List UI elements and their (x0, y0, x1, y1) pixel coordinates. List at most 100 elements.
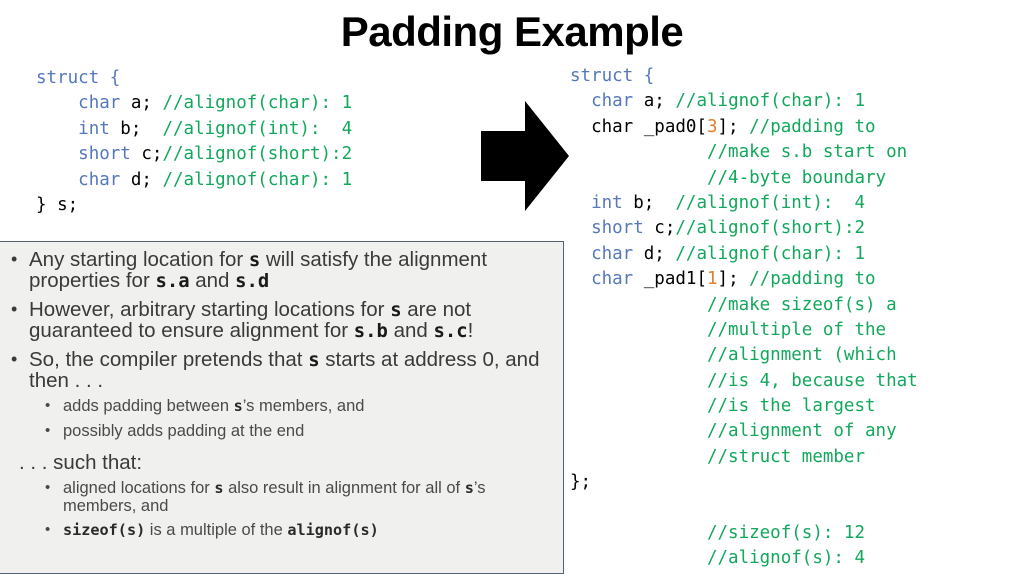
code-line: char d; //alignof(char): 1 (36, 168, 352, 193)
bullet-item: However, arbitrary starting locations fo… (3, 299, 559, 341)
code-line: struct { (36, 66, 352, 91)
code-line: //is 4, because that (570, 369, 918, 394)
code-token: }; (570, 472, 592, 493)
code-line: //make sizeof(s) a (570, 293, 918, 318)
code-line: char _pad1[1]; //padding to (570, 267, 918, 292)
code-token: struct { (36, 68, 121, 88)
code-token: char (591, 91, 634, 112)
code-token: short (78, 144, 131, 165)
code-line: //sizeof(s): 12 (570, 521, 918, 546)
code-line: int b; //alignof(int): 4 (570, 191, 918, 216)
code-line: char _pad0[3]; //padding to (570, 115, 918, 140)
code-token: 1 (707, 269, 718, 290)
code-token: //padding to (749, 116, 876, 137)
bullet-item: possibly adds padding at the end (3, 422, 559, 441)
code-token: char (591, 243, 634, 264)
bullet-item: Any starting location for s will satisfy… (3, 249, 559, 291)
code-token: //alignof(char): 1 (675, 91, 866, 112)
code-line: int b; //alignof(int): 4 (36, 117, 352, 142)
code-token: //struct member (706, 446, 866, 467)
code-token: //is 4, because that (706, 370, 918, 391)
code-token: d; (633, 243, 676, 264)
code-token: //alignof(char): 1 (675, 243, 866, 264)
code-token: //alignof(int): 4 (675, 192, 866, 213)
right-arrow-svg (481, 101, 569, 211)
code-line: //alignment (which (570, 343, 918, 368)
code-line: struct { (570, 64, 918, 89)
code-token: char _pad0[ (570, 116, 707, 137)
code-token: ]; (717, 116, 750, 137)
code-line: char a; //alignof(char): 1 (570, 89, 918, 114)
code-line: } s; (36, 193, 352, 218)
code-token: a; (633, 91, 676, 112)
code-line: char a; //alignof(char): 1 (36, 91, 352, 116)
code-token: //alignof(char): 1 (162, 169, 353, 190)
code-token: int (78, 118, 110, 139)
code-token: //padding to (749, 269, 876, 290)
code-token: c; (130, 144, 163, 165)
code-token: //sizeof(s): 12 (706, 523, 866, 544)
code-token: //multiple of the (706, 319, 887, 340)
code-line: //make s.b start on (570, 140, 918, 165)
code-token: char (591, 269, 634, 290)
code-token: char (78, 93, 121, 114)
code-token: //alignof(int): 4 (162, 118, 353, 139)
code-token: //alignof(char): 1 (162, 93, 353, 114)
code-token: ]; (717, 269, 750, 290)
code-token: //alignment of any (706, 421, 897, 442)
code-line: }; (570, 470, 918, 495)
code-line: short c;//alignof(short):2 (36, 142, 352, 167)
code-token: b; (622, 192, 676, 213)
code-token: char (78, 169, 121, 190)
code-token: _pad1[ (633, 269, 707, 290)
code-token: int (591, 192, 623, 213)
code-line: //alignment of any (570, 419, 918, 444)
code-token: a; (120, 93, 163, 114)
page-title: Padding Example (340, 8, 684, 55)
code-line: //4-byte boundary (570, 166, 918, 191)
bullet-panel: Any starting location for s will satisfy… (0, 241, 564, 574)
code-token: //4-byte boundary (706, 167, 887, 188)
code-token: short (591, 218, 644, 239)
bullet-item: . . . such that: (19, 451, 143, 474)
right-arrow-shape (481, 101, 569, 211)
code-block-after: struct { char a; //alignof(char): 1 char… (570, 64, 918, 572)
code-token: //make sizeof(s) a (706, 294, 897, 315)
right-arrow-icon (481, 101, 569, 211)
code-token: //alignof(short):2 (162, 144, 353, 165)
code-line: char d; //alignof(char): 1 (570, 242, 918, 267)
code-token: //alignof(short):2 (675, 218, 866, 239)
code-line (570, 496, 918, 521)
code-token: //is the largest (706, 396, 876, 417)
code-token: } s; (36, 194, 79, 215)
bullet-item: aligned locations for s also result in a… (3, 479, 559, 515)
code-block-before: struct { char a; //alignof(char): 1 int … (36, 66, 352, 218)
bullet-list: Any starting location for s will satisfy… (0, 242, 563, 540)
code-token: //alignof(s): 4 (706, 548, 866, 569)
code-line: //struct member (570, 445, 918, 470)
code-token: d; (120, 169, 163, 190)
code-line: //is the largest (570, 394, 918, 419)
bullet-item: So, the compiler pretends that s starts … (3, 349, 559, 391)
code-token: c; (643, 218, 676, 239)
code-token: struct { (570, 66, 655, 86)
code-token: b; (109, 118, 163, 139)
bullet-item: sizeof(s) is a multiple of the alignof(s… (3, 521, 559, 540)
